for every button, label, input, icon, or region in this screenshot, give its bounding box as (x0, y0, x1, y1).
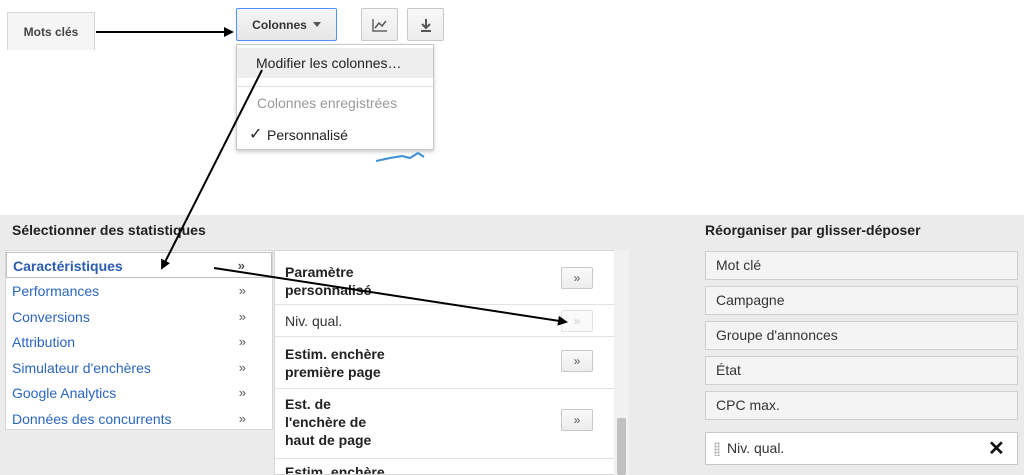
category-label: Attribution (12, 334, 76, 350)
category-label: Simulateur d'enchères (12, 360, 151, 376)
saved-columns-header: Colonnes enregistrées (257, 95, 398, 111)
metric-name: Niv. qual. (285, 313, 343, 329)
category-label: Google Analytics (12, 385, 117, 401)
close-icon[interactable]: ✕ (988, 436, 1005, 461)
chevron-right-icon: » (238, 385, 246, 400)
category-list: Caractéristiques » Performances » Conver… (5, 250, 273, 430)
download-icon (420, 18, 431, 32)
caret-down-icon (312, 22, 321, 27)
category-conversions[interactable]: Conversions » (6, 304, 272, 330)
chevron-right-icon: » (238, 411, 246, 426)
metric-scrollbar-thumb[interactable] (617, 418, 626, 475)
column-item-mot-cle[interactable]: Mot clé (705, 251, 1018, 280)
column-item-cpc-max[interactable]: CPC max. (705, 391, 1018, 420)
category-google-analytics[interactable]: Google Analytics » (6, 380, 272, 406)
metric-row: Estim. enchère (275, 459, 615, 475)
chevron-right-icon: » (237, 258, 245, 273)
chart-button[interactable] (361, 8, 398, 41)
columns-dropdown: Modifier les colonnes… Colonnes enregist… (236, 44, 434, 150)
category-simulateur[interactable]: Simulateur d'enchères » (6, 355, 272, 381)
column-item-label: Niv. qual. (727, 440, 785, 456)
custom-columns-item[interactable]: Personnalisé (267, 127, 348, 143)
column-item-etat[interactable]: État (705, 356, 1018, 385)
download-button[interactable] (407, 8, 444, 41)
category-label: Données des concurrents (12, 411, 172, 427)
category-label: Performances (12, 283, 100, 299)
chevron-right-icon: » (238, 309, 246, 324)
metric-row: Niv. qual. » (275, 305, 615, 337)
modify-columns-item[interactable]: Modifier les colonnes… (237, 48, 433, 78)
columns-button-label: Colonnes (252, 17, 307, 32)
add-metric-button[interactable]: » (561, 350, 593, 372)
add-metric-button[interactable]: » (561, 267, 593, 289)
metric-list: Paramètre personnalisé » Niv. qual. » Es… (274, 250, 629, 475)
metric-row: Estim. enchère première page » (275, 337, 615, 389)
category-concurrents[interactable]: Données des concurrents » (6, 406, 272, 432)
modify-columns-label: Modifier les colonnes… (256, 55, 402, 71)
category-performances[interactable]: Performances » (6, 278, 272, 304)
add-metric-button-disabled[interactable]: » (561, 310, 593, 332)
tab-mots-cles[interactable]: Mots clés (7, 12, 95, 50)
metric-name: Est. de l'enchère de haut de page (285, 396, 372, 448)
chevron-right-icon: » (238, 283, 246, 298)
line-chart-icon (371, 18, 387, 32)
column-item-niv-qual[interactable]: Niv. qual. ✕ (705, 432, 1018, 465)
metric-row: Paramètre personnalisé » (275, 251, 615, 305)
category-caracteristiques[interactable]: Caractéristiques » (6, 252, 272, 278)
metric-row: Est. de l'enchère de haut de page » (275, 389, 615, 459)
metric-name: Estim. enchère première page (285, 346, 385, 380)
columns-button[interactable]: Colonnes (236, 8, 337, 41)
metric-name: Paramètre personnalisé (285, 264, 372, 298)
category-attribution[interactable]: Attribution » (6, 329, 272, 355)
tab-label: Mots clés (23, 24, 79, 39)
chevron-right-icon: » (238, 360, 246, 375)
column-item-campagne[interactable]: Campagne (705, 286, 1018, 315)
dropdown-divider (237, 86, 433, 87)
column-item-groupe[interactable]: Groupe d'annonces (705, 321, 1018, 350)
checkmark-icon: ✓ (249, 126, 263, 143)
metric-name: Estim. enchère (285, 464, 385, 475)
chevron-right-icon: » (238, 334, 246, 349)
select-stats-title: Sélectionner des statistiques (12, 222, 206, 238)
add-metric-button[interactable]: » (561, 409, 593, 431)
category-label: Conversions (12, 309, 90, 325)
reorganize-title: Réorganiser par glisser-déposer (705, 222, 921, 238)
category-label: Caractéristiques (13, 258, 123, 274)
drag-handle-icon[interactable] (714, 442, 720, 456)
